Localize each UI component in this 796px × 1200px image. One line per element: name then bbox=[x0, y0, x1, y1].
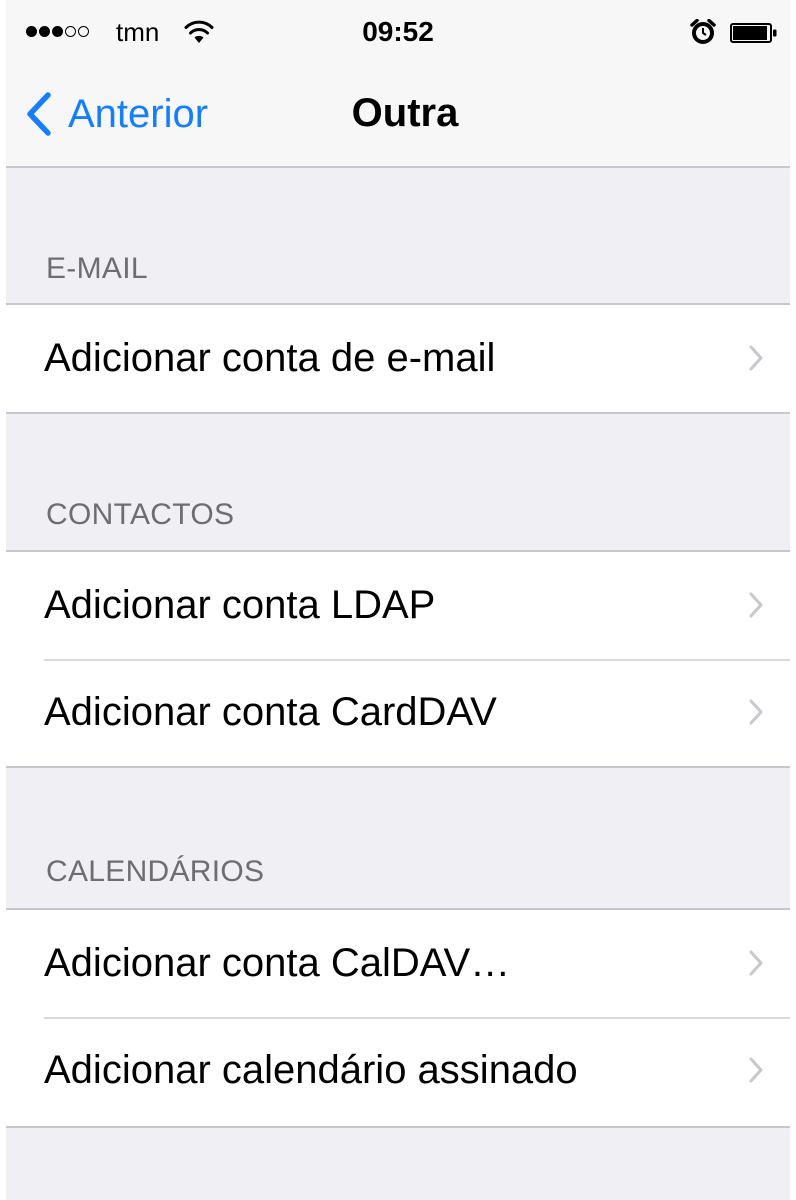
chevron-right-icon bbox=[749, 1057, 763, 1083]
status-bar: tmn 09:52 bbox=[0, 0, 796, 64]
add-ldap-account-row[interactable]: Adicionar conta LDAP bbox=[0, 552, 796, 659]
navigation-bar: Anterior Outra bbox=[0, 64, 796, 166]
chevron-right-icon bbox=[749, 345, 763, 371]
add-caldav-account-row[interactable]: Adicionar conta CalDAV… bbox=[0, 910, 796, 1017]
screen-edge-left bbox=[0, 0, 6, 1200]
group-calendars: Adicionar conta CalDAV… Adicionar calend… bbox=[0, 908, 796, 1128]
chevron-right-icon bbox=[749, 699, 763, 725]
top-bar: tmn 09:52 Anterior Outra bbox=[0, 0, 796, 168]
battery-icon bbox=[730, 23, 777, 43]
alarm-clock-icon bbox=[690, 19, 716, 44]
screen-edge-right bbox=[790, 0, 796, 1200]
row-label: Adicionar conta CalDAV… bbox=[44, 941, 511, 985]
group-contacts: Adicionar conta LDAP Adicionar conta Car… bbox=[0, 550, 796, 768]
chevron-right-icon bbox=[749, 950, 763, 976]
row-label: Adicionar conta de e-mail bbox=[44, 336, 496, 380]
group-email: Adicionar conta de e-mail bbox=[0, 303, 796, 414]
status-time: 09:52 bbox=[362, 16, 434, 47]
add-email-account-row[interactable]: Adicionar conta de e-mail bbox=[0, 305, 796, 412]
row-label: Adicionar conta LDAP bbox=[44, 583, 436, 627]
add-subscribed-calendar-row[interactable]: Adicionar calendário assinado bbox=[0, 1017, 796, 1124]
chevron-right-icon bbox=[749, 592, 763, 618]
add-carddav-account-row[interactable]: Adicionar conta CardDAV bbox=[0, 659, 796, 766]
section-header-email: E-MAIL bbox=[46, 252, 148, 285]
section-header-calendars: CALENDÁRIOS bbox=[46, 855, 265, 888]
section-header-contacts: CONTACTOS bbox=[46, 498, 235, 531]
row-label: Adicionar calendário assinado bbox=[44, 1048, 578, 1092]
row-label: Adicionar conta CardDAV bbox=[44, 690, 497, 734]
page-title: Outra bbox=[351, 91, 459, 135]
